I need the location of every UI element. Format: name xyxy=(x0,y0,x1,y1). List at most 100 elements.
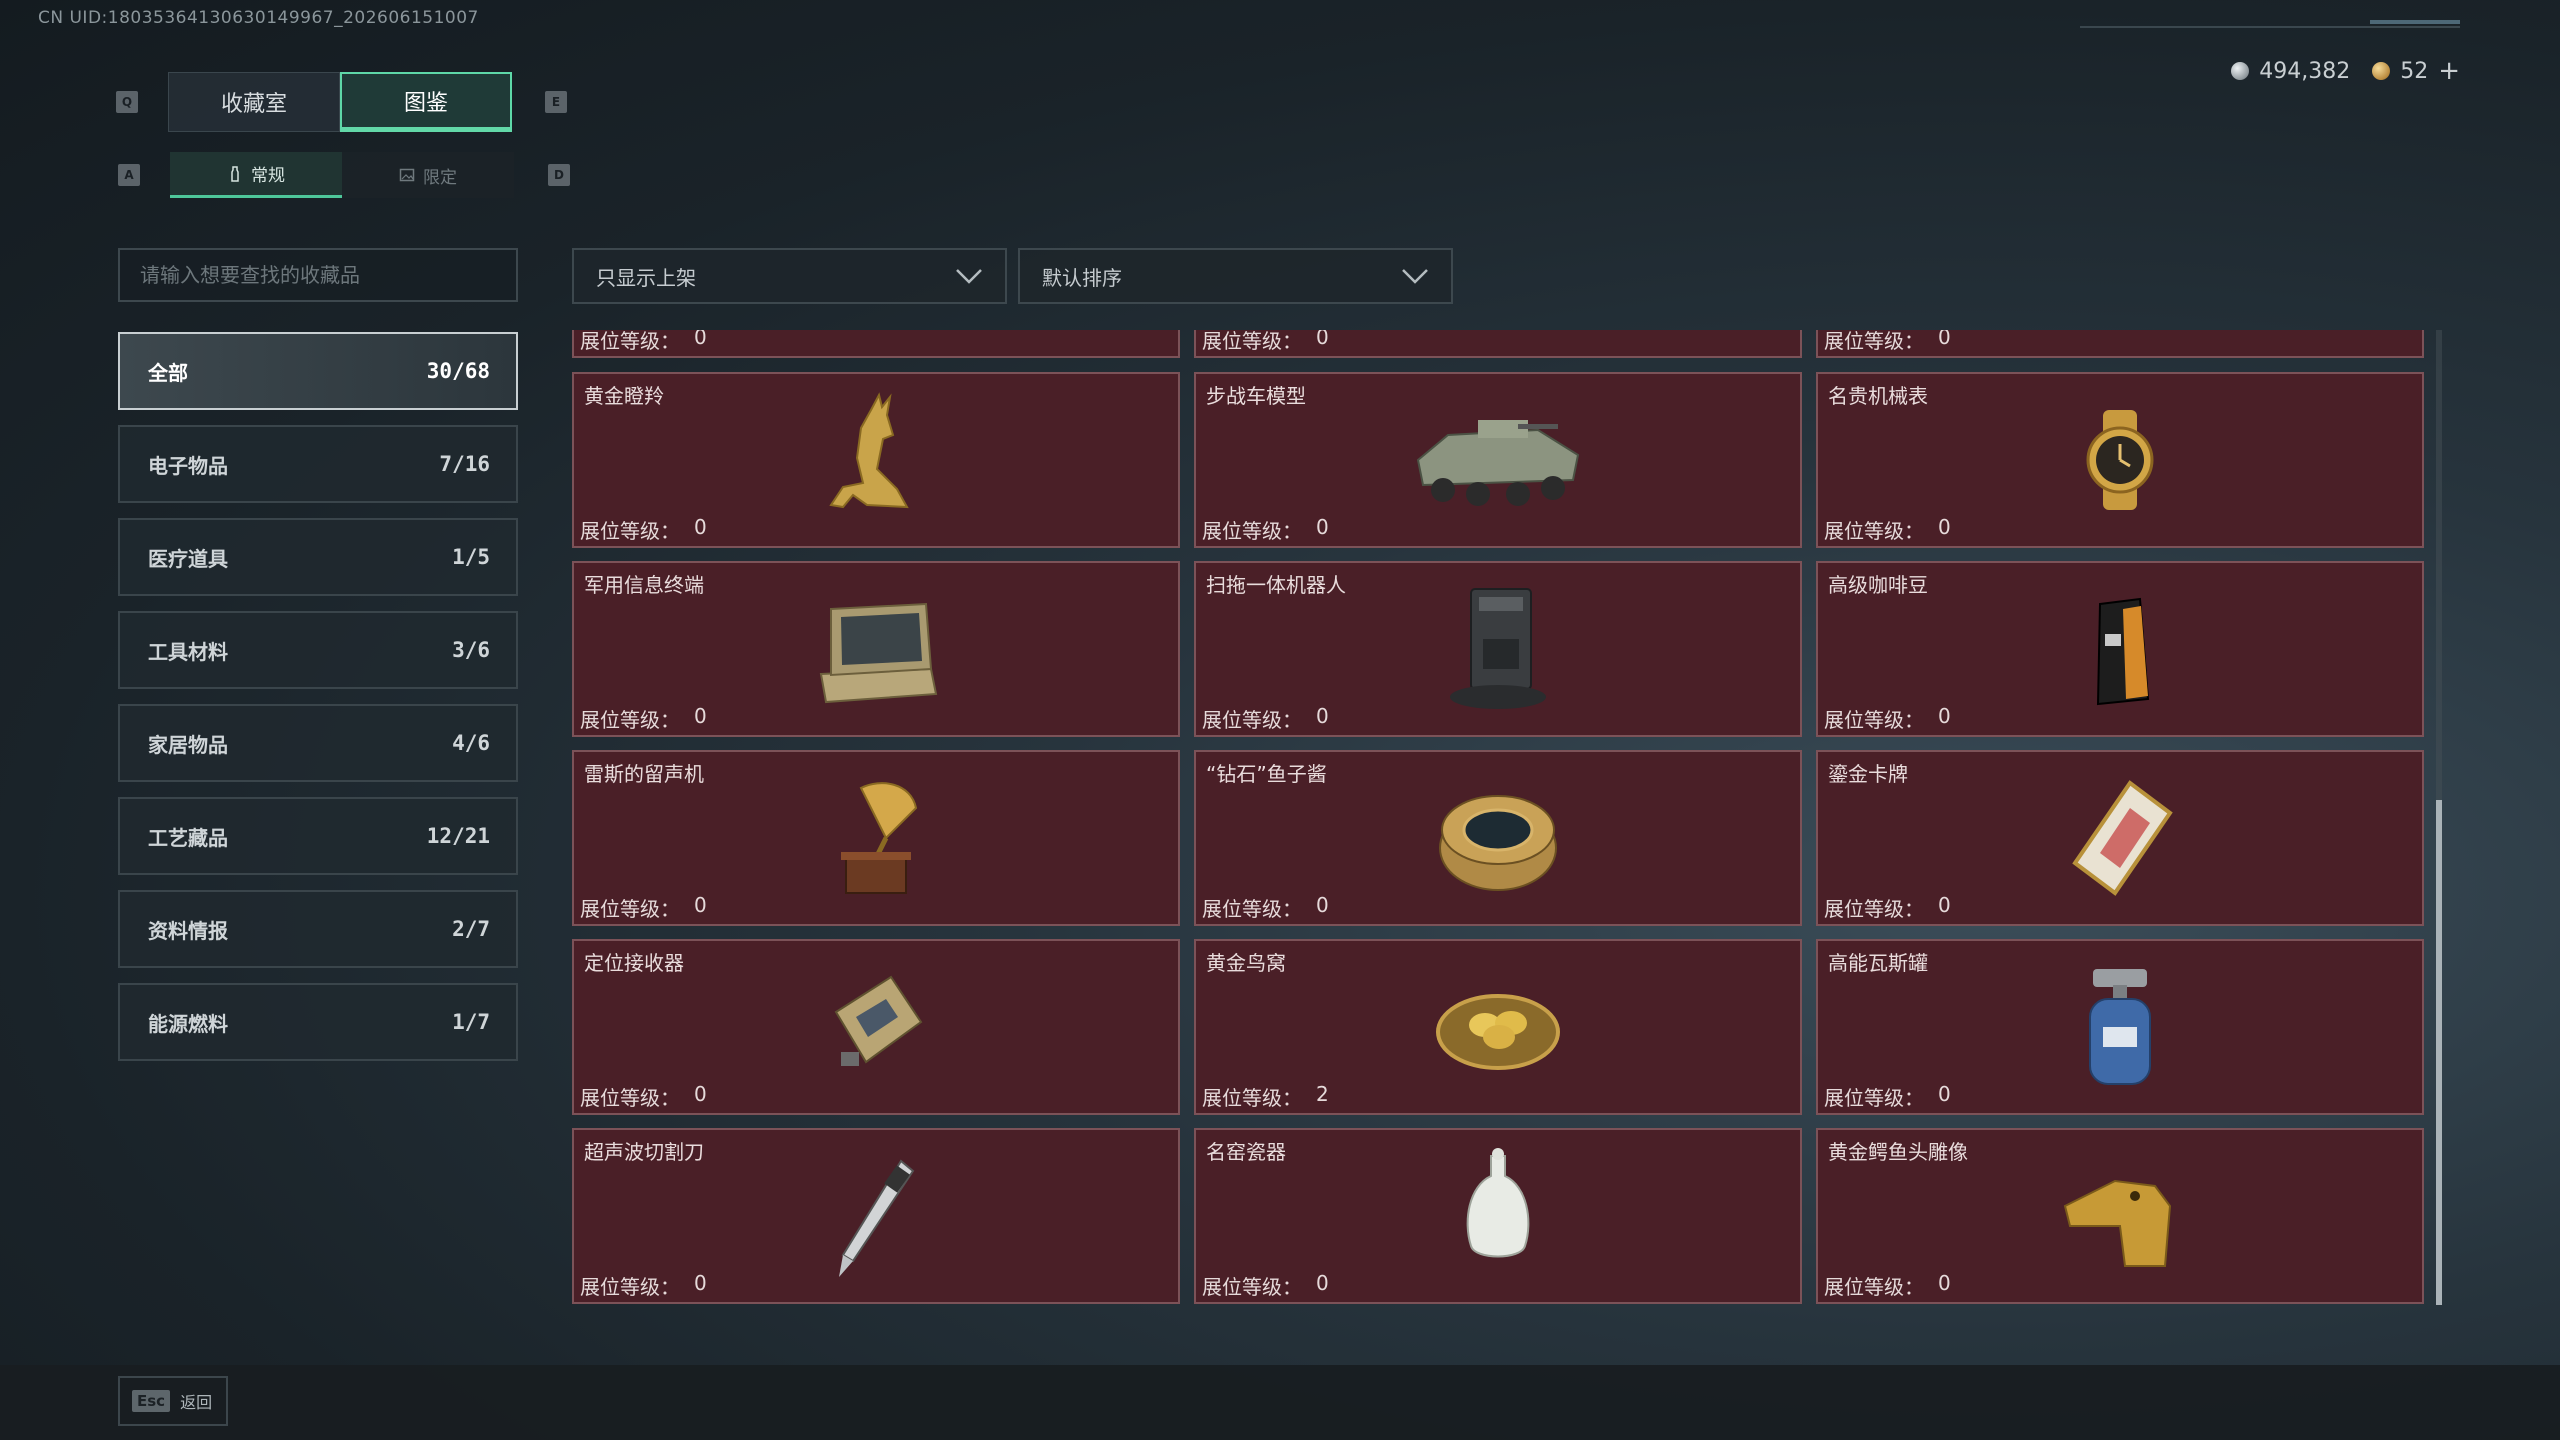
level-label: 展位等级： xyxy=(1202,519,1302,543)
key-hint-d: D xyxy=(548,164,570,186)
category-label: 工艺藏品 xyxy=(148,825,228,850)
category-electronics[interactable]: 电子物品 7/16 xyxy=(118,425,518,503)
level-label: 展位等级： xyxy=(1824,519,1924,543)
tab-codex[interactable]: 图鉴 xyxy=(340,72,512,132)
image-frame-icon xyxy=(399,168,415,182)
level-label: 展位等级： xyxy=(1824,1086,1924,1110)
main-tabs: 收藏室 图鉴 xyxy=(168,72,512,132)
item-card[interactable]: 步战车模型 展位等级： 0 xyxy=(1194,372,1802,548)
item-card[interactable]: 军用信息终端 展位等级： 0 xyxy=(572,561,1180,737)
item-level: 展位等级： 2 xyxy=(1202,1082,1329,1111)
item-card[interactable]: 名贵机械表 展位等级： 0 xyxy=(1816,372,2424,548)
gold-coin-icon xyxy=(2372,62,2391,80)
category-all[interactable]: 全部 30/68 xyxy=(118,332,518,410)
item-level: 展位等级： 0 xyxy=(580,1082,707,1111)
tab-limited-label: 限定 xyxy=(423,167,457,188)
level-label: 展位等级： xyxy=(580,1086,680,1110)
level-value: 0 xyxy=(1938,893,1951,917)
category-intel[interactable]: 资料情报 2/7 xyxy=(118,890,518,968)
level-value: 0 xyxy=(1316,893,1329,917)
category-label: 医疗道具 xyxy=(148,546,228,571)
item-name: 步战车模型 xyxy=(1206,384,1306,408)
item-level: 展位等级： 0 xyxy=(1202,1271,1329,1300)
item-card[interactable]: 名窑瓷器 展位等级： 0 xyxy=(1194,1128,1802,1304)
filter-dropdown[interactable]: 只显示上架 xyxy=(572,248,1007,304)
item-name: 黄金鳄鱼头雕像 xyxy=(1828,1140,1968,1164)
category-crafts[interactable]: 工艺藏品 12/21 xyxy=(118,797,518,875)
item-level: 展位等级： 0 xyxy=(1824,893,1951,922)
item-card[interactable]: 雷斯的留声机 展位等级： 0 xyxy=(572,750,1180,926)
item-card[interactable]: 扫拖一体机器人 展位等级： 0 xyxy=(1194,561,1802,737)
level-value: 0 xyxy=(694,330,707,349)
item-card[interactable]: 黄金鸟窝 展位等级： 2 xyxy=(1194,939,1802,1115)
level-value: 0 xyxy=(1938,1271,1951,1295)
category-label: 家居物品 xyxy=(148,732,228,757)
item-name: 军用信息终端 xyxy=(584,573,704,597)
item-card[interactable]: 黄金瞪羚 展位等级： 0 xyxy=(572,372,1180,548)
level-label: 展位等级： xyxy=(1824,708,1924,732)
item-card[interactable]: 高级咖啡豆 展位等级： 0 xyxy=(1816,561,2424,737)
level-value: 2 xyxy=(1316,1082,1329,1106)
receiver-icon xyxy=(801,957,951,1097)
category-count: 2/7 xyxy=(452,917,490,941)
level-label: 展位等级： xyxy=(580,708,680,732)
sort-dropdown[interactable]: 默认排序 xyxy=(1018,248,1453,304)
item-card[interactable]: 黄金鳄鱼头雕像 展位等级： 0 xyxy=(1816,1128,2424,1304)
item-card-partial[interactable]: 展位等级： 0 xyxy=(1194,330,1802,358)
back-button[interactable]: Esc 返回 xyxy=(118,1376,228,1426)
collection-grid: 展位等级： 0 展位等级： 0 展位等级： 0 黄金瞪羚 展位等级： 0 步战车模型 展… xyxy=(572,330,2426,1305)
back-label: 返回 xyxy=(180,1393,213,1412)
add-currency-button[interactable]: + xyxy=(2438,56,2460,86)
category-energy[interactable]: 能源燃料 1/7 xyxy=(118,983,518,1061)
level-value: 0 xyxy=(1938,1082,1951,1106)
level-value: 0 xyxy=(1316,515,1329,539)
gazelle-icon xyxy=(801,390,951,530)
level-label: 展位等级： xyxy=(1824,1275,1924,1299)
search-input[interactable] xyxy=(118,248,518,302)
ultrasonic-cutter-icon xyxy=(801,1146,951,1286)
level-label: 展位等级： xyxy=(580,1275,680,1299)
level-value: 0 xyxy=(1316,1271,1329,1295)
item-card[interactable]: “钻石”鱼子酱 展位等级： 0 xyxy=(1194,750,1802,926)
scrollbar-thumb[interactable] xyxy=(2436,800,2442,1305)
category-count: 4/6 xyxy=(452,731,490,755)
item-level: 展位等级： 0 xyxy=(1824,1082,1951,1111)
item-card-partial[interactable]: 展位等级： 0 xyxy=(1816,330,2424,358)
level-label: 展位等级： xyxy=(1202,330,1302,353)
chevron-down-icon xyxy=(956,269,982,284)
item-name: 雷斯的留声机 xyxy=(584,762,704,786)
item-card[interactable]: 定位接收器 展位等级： 0 xyxy=(572,939,1180,1115)
item-card[interactable]: 超声波切割刀 展位等级： 0 xyxy=(572,1128,1180,1304)
category-household[interactable]: 家居物品 4/6 xyxy=(118,704,518,782)
item-level: 展位等级： 0 xyxy=(1824,330,1951,354)
item-card[interactable]: 鎏金卡牌 展位等级： 0 xyxy=(1816,750,2424,926)
item-card[interactable]: 高能瓦斯罐 展位等级： 0 xyxy=(1816,939,2424,1115)
item-name: 超声波切割刀 xyxy=(584,1140,704,1164)
category-tools[interactable]: 工具材料 3/6 xyxy=(118,611,518,689)
level-label: 展位等级： xyxy=(580,330,680,353)
level-label: 展位等级： xyxy=(1202,1275,1302,1299)
level-label: 展位等级： xyxy=(580,519,680,543)
item-card-partial[interactable]: 展位等级： 0 xyxy=(572,330,1180,358)
level-value: 0 xyxy=(694,893,707,917)
top-decor-line xyxy=(2080,26,2460,28)
category-count: 7/16 xyxy=(439,452,490,476)
item-name: 定位接收器 xyxy=(584,951,684,975)
key-hint-a: A xyxy=(118,164,140,186)
tab-regular[interactable]: 常规 xyxy=(170,152,342,198)
level-label: 展位等级： xyxy=(1202,897,1302,921)
category-list: 全部 30/68 电子物品 7/16 医疗道具 1/5 工具材料 3/6 家居物品 4/6… xyxy=(118,332,518,1076)
tab-collection-room[interactable]: 收藏室 xyxy=(168,72,340,132)
golden-nest-icon xyxy=(1423,957,1573,1097)
item-name: 黄金瞪羚 xyxy=(584,384,664,408)
silver-coin-icon xyxy=(2231,62,2250,80)
category-medical[interactable]: 医疗道具 1/5 xyxy=(118,518,518,596)
level-value: 0 xyxy=(694,1082,707,1106)
category-label: 工具材料 xyxy=(148,639,228,664)
bottom-bar xyxy=(0,1365,2560,1440)
item-level: 展位等级： 0 xyxy=(580,1271,707,1300)
tab-limited[interactable]: 限定 xyxy=(342,152,514,198)
category-label: 资料情报 xyxy=(148,918,228,943)
level-value: 0 xyxy=(1938,330,1951,349)
level-value: 0 xyxy=(694,704,707,728)
